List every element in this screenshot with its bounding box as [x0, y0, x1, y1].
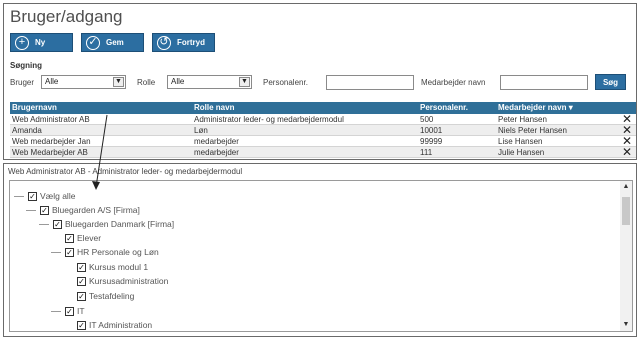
personnel-number-label: Personalenr. [263, 78, 308, 87]
tree-item[interactable]: ✓ HR Personale og Løn [51, 246, 159, 258]
tree-checkbox[interactable]: ✓ [53, 219, 62, 229]
new-button[interactable]: + Ny [10, 33, 73, 52]
tree-item-label: Bluegarden A/S [Firma] [52, 205, 140, 215]
tree-item[interactable]: ✓ Elever [65, 232, 101, 244]
cell-employee: Niels Peter Hansen [498, 126, 567, 135]
tree-item[interactable]: ✓ IT Administration [77, 319, 152, 331]
table-row[interactable]: Web medarbejder Jan medarbejder 99999 Li… [10, 135, 636, 147]
cell-role: Administrator leder- og medarbejdermodul [194, 115, 344, 124]
tree-connector [51, 251, 61, 253]
tree-connector [26, 209, 36, 211]
cell-role: Løn [194, 126, 208, 135]
personnel-number-input[interactable] [326, 75, 414, 90]
tree-item-label: Vælg alle [40, 191, 76, 201]
employee-name-label: Medarbejder navn [421, 78, 486, 87]
cell-role: medarbejder [194, 148, 239, 157]
tree-checkbox[interactable]: ✓ [77, 320, 86, 330]
tree-checkbox[interactable]: ✓ [65, 306, 74, 316]
tree-item-label: Bluegarden Danmark [Firma] [65, 219, 175, 229]
tree-checkbox[interactable]: ✓ [77, 291, 86, 301]
column-header-username[interactable]: Brugernavn [10, 102, 192, 114]
cell-personnel: 500 [420, 115, 434, 124]
cell-employee: Julie Hansen [498, 148, 545, 157]
tree-item[interactable]: ✓ IT [51, 305, 85, 317]
column-header-employee-label: Medarbejder navn [498, 103, 567, 112]
permission-panel-title: Web Administrator AB - Administrator led… [8, 167, 243, 176]
tree-item[interactable]: ✓ Vælg alle [14, 190, 75, 202]
chevron-up-icon[interactable]: ▲ [620, 181, 632, 193]
tree-checkbox[interactable]: ✓ [77, 276, 86, 286]
tree-checkbox[interactable]: ✓ [65, 247, 74, 257]
sort-desc-icon: ▾ [568, 103, 573, 112]
search-heading: Søgning [10, 61, 42, 70]
tree-scrollbar[interactable]: ▲ ▼ [620, 181, 632, 331]
cancel-button[interactable]: ↺ Fortryd [152, 33, 215, 52]
chevron-down-icon[interactable]: ▼ [239, 77, 250, 87]
user-filter-label: Bruger [10, 78, 35, 87]
users-table: Brugernavn Rolle navn Personalenr. Medar… [10, 102, 636, 158]
tree-connector [14, 195, 24, 197]
cell-username: Amanda [12, 126, 42, 135]
user-access-panel: Bruger/adgang + Ny ✓ Gem ↺ Fortryd Søgni… [3, 3, 637, 160]
save-button-label: Gem [106, 38, 124, 47]
new-button-label: Ny [35, 38, 46, 47]
cell-employee: Lise Hansen [498, 137, 543, 146]
cell-username: Web Administrator AB [12, 115, 90, 124]
tree-checkbox[interactable]: ✓ [77, 262, 86, 272]
permission-panel: Web Administrator AB - Administrator led… [3, 163, 637, 337]
page-title: Bruger/adgang [10, 7, 123, 26]
chevron-down-icon[interactable]: ▼ [113, 77, 124, 87]
tree-item[interactable]: ✓ Testafdeling [77, 290, 134, 302]
role-filter-value: Alle [171, 77, 185, 86]
role-filter-label: Rolle [137, 78, 156, 87]
tree-checkbox[interactable]: ✓ [65, 233, 74, 243]
column-header-personnel[interactable]: Personalenr. [418, 102, 496, 114]
delete-row-icon[interactable]: ✕ [618, 146, 636, 158]
undo-circle-icon: ↺ [157, 35, 171, 50]
scrollbar-thumb[interactable] [622, 197, 630, 225]
cell-username: Web medarbejder Jan [12, 137, 91, 146]
column-header-employee[interactable]: Medarbejder navn ▾ [496, 102, 618, 114]
user-filter-select[interactable]: Alle ▼ [41, 75, 126, 89]
chevron-down-icon[interactable]: ▼ [620, 319, 632, 331]
cancel-button-label: Fortryd [177, 38, 205, 47]
tree-item-label: HR Personale og Løn [77, 247, 159, 257]
permission-tree: ✓ Vælg alle ✓ Bluegarden A/S [Firma] ✓ B… [9, 180, 633, 332]
tree-item-label: IT [77, 306, 85, 316]
tree-item[interactable]: ✓ Bluegarden A/S [Firma] [26, 204, 140, 216]
employee-name-input[interactable] [500, 75, 588, 90]
tree-checkbox[interactable]: ✓ [40, 205, 49, 215]
tree-checkbox[interactable]: ✓ [28, 191, 37, 201]
plus-circle-icon: + [15, 35, 29, 50]
tree-item[interactable]: ✓ Kursus modul 1 [77, 261, 148, 273]
table-row[interactable]: Amanda Løn 10001 Niels Peter Hansen ✕ [10, 124, 636, 136]
role-filter-select[interactable]: Alle ▼ [167, 75, 252, 89]
search-button[interactable]: Søg [595, 74, 626, 90]
tree-item[interactable]: ✓ Kursusadministration [77, 275, 168, 287]
column-header-role[interactable]: Rolle navn [192, 102, 418, 114]
tree-item-label: IT Administration [89, 320, 153, 330]
check-circle-icon: ✓ [86, 35, 100, 50]
tree-connector [39, 223, 49, 225]
user-filter-value: Alle [45, 77, 59, 86]
tree-item-label: Kursusadministration [89, 276, 169, 286]
table-row[interactable]: Web Administrator AB Administrator leder… [10, 113, 636, 125]
cell-username: Web Medarbejder AB [12, 148, 88, 157]
tree-item-label: Kursus modul 1 [89, 262, 149, 272]
table-row[interactable]: Web Medarbejder AB medarbejder 111 Julie… [10, 146, 636, 158]
cell-personnel: 99999 [420, 137, 443, 146]
cell-role: medarbejder [194, 137, 239, 146]
save-button[interactable]: ✓ Gem [81, 33, 144, 52]
tree-item[interactable]: ✓ Bluegarden Danmark [Firma] [39, 218, 174, 230]
table-header: Brugernavn Rolle navn Personalenr. Medar… [10, 102, 636, 114]
tree-connector [51, 310, 61, 312]
cell-personnel: 10001 [420, 126, 443, 135]
tree-item-label: Elever [77, 233, 102, 243]
cell-personnel: 111 [420, 148, 433, 157]
cell-employee: Peter Hansen [498, 115, 547, 124]
tree-item-label: Testafdeling [89, 291, 135, 301]
